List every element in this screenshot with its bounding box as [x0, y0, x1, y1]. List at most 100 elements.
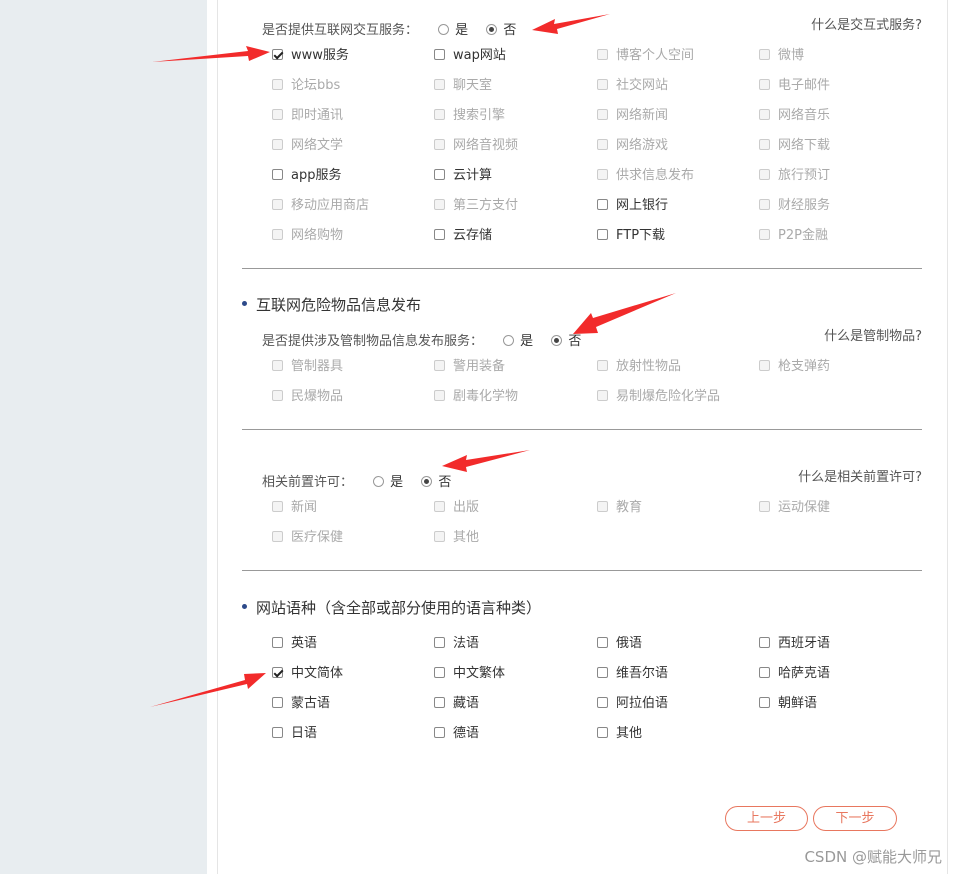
radio-no[interactable]	[551, 335, 563, 346]
checkbox-icon[interactable]	[597, 199, 608, 210]
checkbox-icon	[759, 360, 770, 371]
option-checkbox: 网络下载	[759, 134, 830, 153]
option-label: 枪支弹药	[778, 359, 831, 374]
option-checkbox[interactable]: app服务	[272, 164, 341, 183]
option-label: 社交网站	[616, 78, 669, 93]
option-checkbox: 出版	[434, 496, 479, 515]
checkbox-icon[interactable]	[272, 637, 283, 648]
checkbox-icon[interactable]	[597, 637, 608, 648]
option-label: app服务	[291, 168, 342, 183]
checkbox-icon[interactable]	[272, 169, 283, 180]
option-label: 阿拉伯语	[616, 696, 669, 711]
option-checkbox[interactable]: 俄语	[597, 632, 642, 651]
checkbox-icon	[434, 360, 445, 371]
radio-no-label: 否	[568, 334, 582, 349]
option-checkbox[interactable]: 哈萨克语	[759, 662, 830, 681]
checkbox-icon	[272, 229, 283, 240]
option-checkbox: 第三方支付	[434, 194, 518, 213]
checkbox-icon	[759, 49, 770, 60]
option-checkbox: 搜索引擎	[434, 104, 505, 123]
checkbox-icon[interactable]	[272, 697, 283, 708]
checkbox-icon[interactable]	[434, 727, 445, 738]
checkbox-icon[interactable]	[434, 49, 445, 60]
interactive-service-help-link[interactable]: 什么是交互式服务?	[811, 14, 922, 33]
prev-step-button[interactable]: 上一步	[725, 806, 808, 831]
radio-yes[interactable]	[373, 476, 385, 487]
option-checkbox[interactable]: 维吾尔语	[597, 662, 668, 681]
checkbox-icon[interactable]	[597, 727, 608, 738]
option-label: 哈萨克语	[778, 666, 831, 681]
checkbox-icon[interactable]	[434, 229, 445, 240]
option-checkbox[interactable]: 中文繁体	[434, 662, 505, 681]
radio-no[interactable]	[486, 24, 498, 35]
option-label: wap网站	[453, 48, 506, 63]
option-checkbox[interactable]: 日语	[272, 722, 317, 741]
option-checkbox[interactable]: 西班牙语	[759, 632, 830, 651]
checkbox-icon	[759, 199, 770, 210]
option-checkbox[interactable]: 德语	[434, 722, 479, 741]
checkbox-icon[interactable]	[434, 169, 445, 180]
option-checkbox[interactable]: www服务	[272, 44, 349, 63]
checkbox-checked-icon[interactable]	[272, 667, 283, 678]
option-checkbox[interactable]: 阿拉伯语	[597, 692, 668, 711]
checkbox-icon	[434, 199, 445, 210]
option-checkbox[interactable]: FTP下载	[597, 224, 665, 243]
option-label: 旅行预订	[778, 168, 831, 183]
option-label: 英语	[291, 636, 318, 651]
option-checkbox[interactable]: 藏语	[434, 692, 479, 711]
divider	[242, 570, 922, 571]
bullet-icon	[242, 604, 247, 609]
option-label: 网络新闻	[616, 108, 669, 123]
checkbox-icon[interactable]	[597, 229, 608, 240]
option-checkbox: 剧毒化学物	[434, 385, 518, 404]
option-checkbox[interactable]: wap网站	[434, 44, 506, 63]
checkbox-icon	[272, 531, 283, 542]
option-checkbox[interactable]: 云存储	[434, 224, 492, 243]
checkbox-icon[interactable]	[272, 727, 283, 738]
option-checkbox[interactable]: 中文简体	[272, 662, 343, 681]
option-checkbox: 供求信息发布	[597, 164, 694, 183]
checkbox-icon[interactable]	[434, 697, 445, 708]
checkbox-checked-icon[interactable]	[272, 49, 283, 60]
checkbox-icon[interactable]	[597, 667, 608, 678]
checkbox-icon	[434, 109, 445, 120]
section-title-languages: 网站语种（含全部或部分使用的语言种类）	[242, 597, 541, 618]
checkbox-icon[interactable]	[759, 637, 770, 648]
option-checkbox: 放射性物品	[597, 355, 681, 374]
pre-approval-help-link[interactable]: 什么是相关前置许可?	[798, 466, 922, 485]
option-checkbox[interactable]: 网上银行	[597, 194, 668, 213]
option-checkbox[interactable]: 朝鲜语	[759, 692, 817, 711]
option-label: 俄语	[616, 636, 643, 651]
option-checkbox[interactable]: 其他	[597, 722, 642, 741]
radio-yes-label: 是	[520, 334, 534, 349]
option-label: 其他	[453, 530, 480, 545]
option-checkbox[interactable]: 法语	[434, 632, 479, 651]
option-checkbox: 警用装备	[434, 355, 505, 374]
option-label: 中文繁体	[453, 666, 506, 681]
next-step-button[interactable]: 下一步	[813, 806, 897, 831]
option-label: 法语	[453, 636, 480, 651]
option-checkbox: 财经服务	[759, 194, 830, 213]
bullet-icon	[242, 301, 247, 306]
option-checkbox[interactable]: 云计算	[434, 164, 492, 183]
checkbox-icon[interactable]	[597, 697, 608, 708]
checkbox-icon[interactable]	[759, 697, 770, 708]
option-label: 蒙古语	[291, 696, 331, 711]
option-label: 网络音视频	[453, 138, 519, 153]
option-label: 网上银行	[616, 198, 669, 213]
checkbox-icon[interactable]	[434, 637, 445, 648]
controlled-goods-help-link[interactable]: 什么是管制物品?	[824, 325, 922, 344]
radio-yes[interactable]	[503, 335, 515, 346]
option-checkbox: 枪支弹药	[759, 355, 830, 374]
question-label: 是否提供互联网交互服务：	[262, 23, 419, 38]
checkbox-icon[interactable]	[759, 667, 770, 678]
option-checkbox[interactable]: 英语	[272, 632, 317, 651]
pre-approval-question: 相关前置许可： 是 否	[262, 471, 465, 490]
option-checkbox[interactable]: 蒙古语	[272, 692, 330, 711]
option-label: 西班牙语	[778, 636, 831, 651]
radio-yes[interactable]	[438, 24, 450, 35]
checkbox-icon	[434, 501, 445, 512]
radio-no[interactable]	[421, 476, 433, 487]
option-checkbox: 社交网站	[597, 74, 668, 93]
checkbox-icon[interactable]	[434, 667, 445, 678]
